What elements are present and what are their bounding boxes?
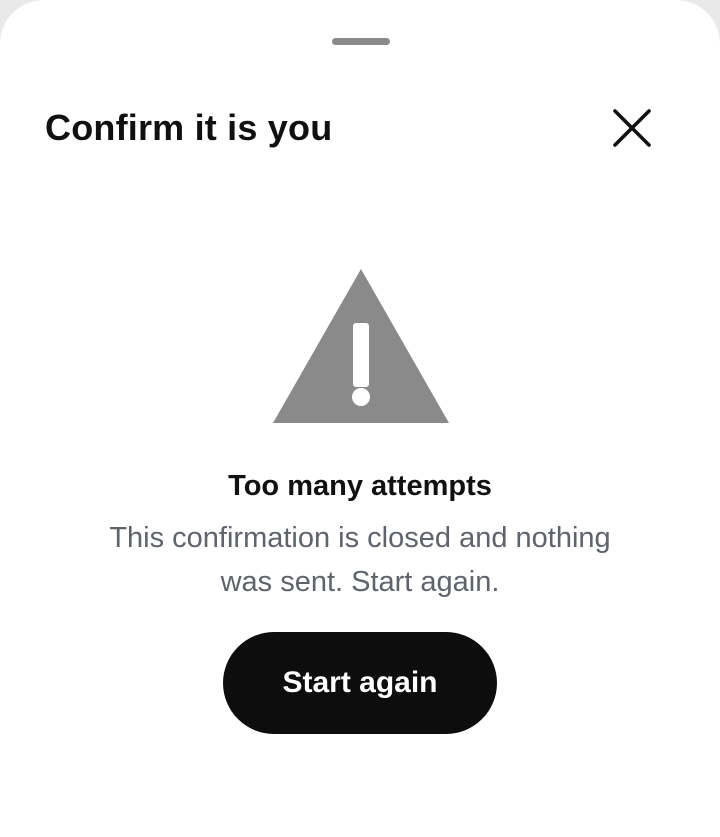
- warning-icon: [273, 269, 449, 423]
- start-again-button[interactable]: Start again: [223, 632, 497, 734]
- close-icon: [613, 109, 651, 147]
- error-title: Too many attempts: [228, 470, 492, 502]
- close-button[interactable]: [604, 100, 660, 156]
- drag-handle[interactable]: [332, 38, 390, 45]
- error-message: This confirmation is closed and nothing …: [109, 522, 611, 598]
- dialog-title: Confirm it is you: [45, 107, 333, 148]
- bottom-sheet: Confirm it is you Too many attempts This…: [0, 0, 720, 837]
